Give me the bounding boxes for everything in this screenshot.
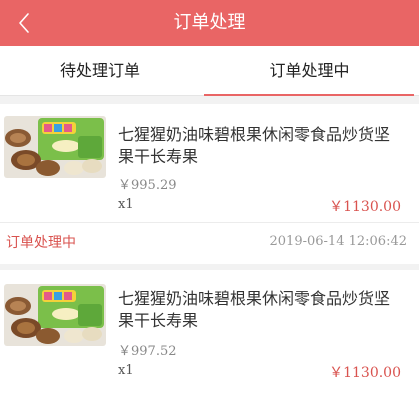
page-title: 订单处理 [173, 12, 246, 33]
product-name[interactable]: 七猩猩奶油味碧根果休闲零食品炒货坚果干长寿果 [118, 288, 404, 332]
quantity: x1 [118, 197, 134, 212]
quantity: x1 [118, 363, 134, 378]
order-tabs: 待处理订单 订单处理中 [0, 46, 419, 96]
order-card[interactable]: 七猩猩奶油味碧根果休闲零食品炒货坚果干长寿果 ￥995.29 x1 ￥1130.… [0, 104, 419, 264]
status-badge: 订单处理中 [6, 235, 76, 251]
product-image [4, 284, 106, 346]
tab-pending-orders[interactable]: 待处理订单 [0, 46, 200, 96]
order-total: ￥1130.00 [329, 365, 401, 381]
app-header: 订单处理 [0, 0, 419, 46]
active-tab-indicator [204, 94, 414, 96]
order-total: ￥1130.00 [329, 199, 401, 215]
product-thumbnail[interactable] [4, 284, 106, 346]
unit-price: ￥995.29 [118, 178, 177, 193]
product-thumbnail[interactable] [4, 116, 106, 178]
order-timestamp: 2019-06-14 12:06:42 [269, 234, 407, 249]
unit-price: ￥997.52 [118, 344, 177, 359]
divider [0, 222, 419, 223]
product-image [4, 116, 106, 178]
tab-processing-orders[interactable]: 订单处理中 [200, 46, 419, 96]
order-card[interactable]: 七猩猩奶油味碧根果休闲零食品炒货坚果干长寿果 ￥997.52 x1 ￥1130.… [0, 270, 419, 400]
product-name[interactable]: 七猩猩奶油味碧根果休闲零食品炒货坚果干长寿果 [118, 124, 404, 168]
